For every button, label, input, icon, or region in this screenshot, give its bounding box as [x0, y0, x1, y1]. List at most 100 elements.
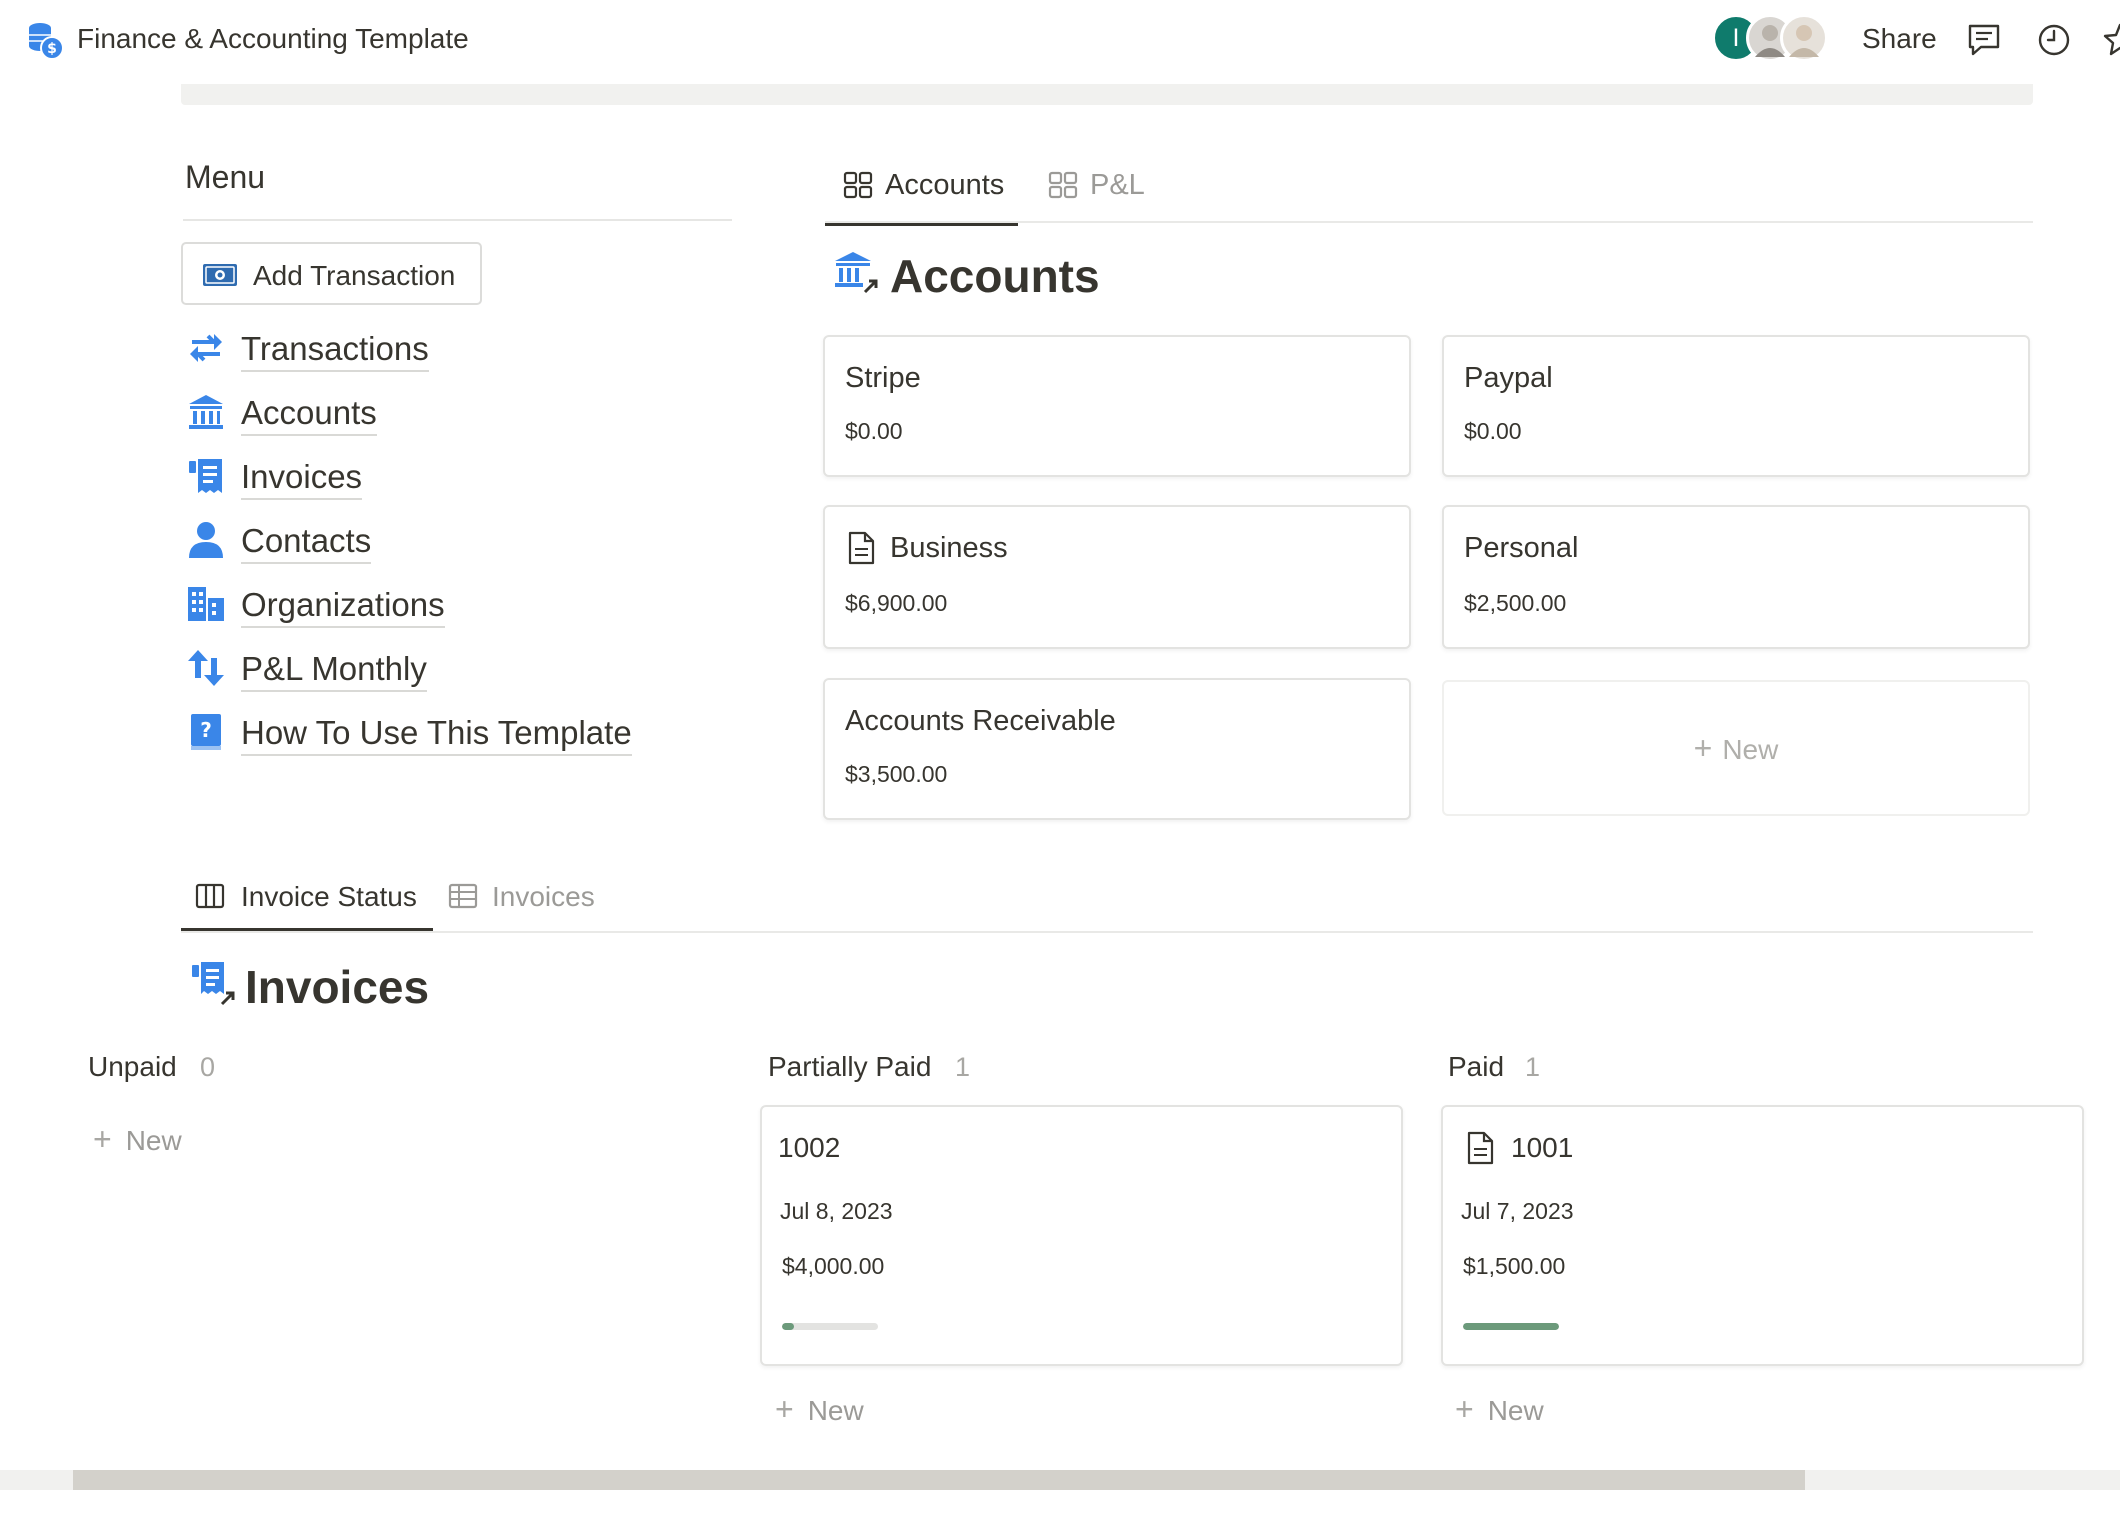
- person-photo-icon: [1789, 25, 1819, 57]
- divider: [183, 219, 732, 221]
- plus-icon: +: [775, 1391, 794, 1427]
- invoice-number: 1001: [1511, 1132, 1574, 1163]
- coins-dollar-icon: $: [29, 23, 64, 60]
- new-card-button-partially-paid[interactable]: + New: [775, 1392, 864, 1428]
- account-card-stripe[interactable]: Stripe $0.00: [823, 335, 1411, 477]
- board-column-partially-paid[interactable]: Partially Paid: [768, 1050, 931, 1084]
- account-card-business[interactable]: Business $6,900.00: [823, 505, 1411, 649]
- new-label: New: [1487, 1395, 1544, 1426]
- menu-item-label: Contacts: [241, 522, 372, 564]
- account-name: Stripe: [845, 362, 921, 394]
- tab-accounts[interactable]: Accounts: [825, 160, 1018, 226]
- account-balance: $6,900.00: [845, 590, 948, 616]
- invoice-amount: $1,500.00: [1463, 1253, 1566, 1279]
- table-icon: [448, 883, 478, 909]
- buildings-icon: [188, 587, 224, 621]
- board-column-paid[interactable]: Paid: [1448, 1050, 1504, 1084]
- comment-icon[interactable]: [1964, 20, 2004, 60]
- account-balance: $0.00: [845, 418, 903, 444]
- new-account-button[interactable]: + New: [1442, 680, 2030, 816]
- horizontal-scrollbar-thumb[interactable]: [73, 1470, 1805, 1490]
- menu-item-pl-monthly[interactable]: P&L Monthly: [186, 644, 746, 692]
- svg-text:?: ?: [200, 718, 212, 742]
- invoice-amount: $4,000.00: [782, 1253, 885, 1279]
- column-count: 1: [1525, 1052, 1541, 1082]
- new-card-button-unpaid[interactable]: + New: [93, 1122, 182, 1158]
- plus-icon: +: [93, 1121, 112, 1157]
- person-icon: [189, 522, 223, 558]
- divider: [825, 221, 2033, 223]
- menu-item-accounts[interactable]: Accounts: [186, 388, 746, 436]
- account-balance: $3,500.00: [845, 761, 948, 787]
- tab-label: Invoices: [492, 881, 595, 912]
- menu-item-how-to-use[interactable]: ? How To Use This Template: [186, 708, 746, 756]
- account-card-accounts-receivable[interactable]: Accounts Receivable $3,500.00: [823, 678, 1411, 820]
- receipt-icon: [189, 459, 222, 493]
- invoice-card-1002[interactable]: 1002 Jul 8, 2023 $4,000.00: [760, 1105, 1403, 1366]
- menu-item-label: Organizations: [241, 586, 445, 628]
- tab-label: Accounts: [885, 169, 1005, 201]
- account-balance: $2,500.00: [1464, 590, 1567, 616]
- account-card-paypal[interactable]: Paypal $0.00: [1442, 335, 2030, 477]
- money-bill-icon: [203, 264, 237, 286]
- plus-icon: +: [1693, 730, 1713, 766]
- menu-item-label: Transactions: [241, 330, 429, 372]
- invoices-heading: Invoices: [245, 961, 430, 1013]
- menu-item-label: Invoices: [241, 458, 363, 500]
- page-title[interactable]: Finance & Accounting Template: [77, 22, 469, 56]
- tab-label: P&L: [1090, 169, 1145, 201]
- payment-progress-bar: [782, 1323, 878, 1330]
- account-name: Paypal: [1464, 362, 1553, 394]
- account-name: Personal: [1464, 532, 1579, 564]
- invoice-date: Jul 7, 2023: [1461, 1198, 1574, 1224]
- menu-item-contacts[interactable]: Contacts: [186, 516, 746, 564]
- progress-fill: [1463, 1323, 1559, 1330]
- document-icon: [1467, 1131, 1494, 1165]
- divider: [181, 931, 2033, 933]
- star-icon[interactable]: [2100, 20, 2120, 60]
- tab-invoice-status[interactable]: Invoice Status: [181, 868, 433, 932]
- accounts-view-tabs: Accounts P&L: [825, 160, 2033, 226]
- collaborator-avatars[interactable]: I: [1712, 14, 1836, 62]
- menu-item-transactions[interactable]: Transactions: [186, 324, 746, 372]
- menu-item-label: P&L Monthly: [241, 650, 427, 692]
- gallery-grid-icon: [843, 171, 873, 199]
- avatar[interactable]: [1780, 14, 1828, 62]
- invoice-number: 1002: [778, 1132, 841, 1163]
- menu-item-organizations[interactable]: Organizations: [186, 580, 746, 628]
- top-bar: $ Finance & Accounting Template I Share: [0, 0, 2120, 80]
- add-transaction-label: Add Transaction: [253, 260, 456, 291]
- help-book-icon: ?: [191, 714, 221, 750]
- new-label: New: [807, 1395, 864, 1426]
- board-icon: [195, 883, 225, 909]
- account-balance: $0.00: [1464, 418, 1522, 444]
- account-card-personal[interactable]: Personal $2,500.00: [1442, 505, 2030, 649]
- add-transaction-button[interactable]: Add Transaction: [181, 242, 482, 305]
- gallery-grid-icon: [1048, 171, 1078, 199]
- tab-invoices-table[interactable]: Invoices: [446, 868, 616, 932]
- new-label: New: [125, 1125, 182, 1156]
- tab-pl[interactable]: P&L: [1030, 160, 1160, 224]
- bank-icon: [189, 395, 223, 429]
- clock-icon[interactable]: [2034, 20, 2074, 60]
- menu-item-label: Accounts: [241, 394, 377, 436]
- up-down-arrows-icon: [188, 650, 224, 686]
- header-scroll-strip: [181, 84, 2033, 105]
- plus-icon: +: [1455, 1391, 1474, 1427]
- arrows-swap-icon: [190, 334, 222, 362]
- new-label: New: [1722, 734, 1779, 765]
- accounts-heading: Accounts: [890, 250, 1100, 302]
- receipt-link-icon: [192, 962, 235, 1006]
- document-icon: [848, 531, 875, 565]
- menu-item-invoices[interactable]: Invoices: [186, 452, 746, 500]
- invoice-card-1001[interactable]: 1001 Jul 7, 2023 $1,500.00: [1441, 1105, 2084, 1366]
- new-card-button-paid[interactable]: + New: [1455, 1392, 1544, 1428]
- share-button[interactable]: Share: [1862, 22, 1937, 56]
- board-column-unpaid[interactable]: Unpaid: [88, 1050, 177, 1084]
- invoice-date: Jul 8, 2023: [780, 1198, 893, 1224]
- tab-label: Invoice Status: [241, 881, 417, 912]
- column-count: 0: [200, 1052, 216, 1082]
- progress-fill: [782, 1323, 794, 1330]
- bank-link-icon: [835, 252, 878, 294]
- account-name: Accounts Receivable: [845, 705, 1116, 737]
